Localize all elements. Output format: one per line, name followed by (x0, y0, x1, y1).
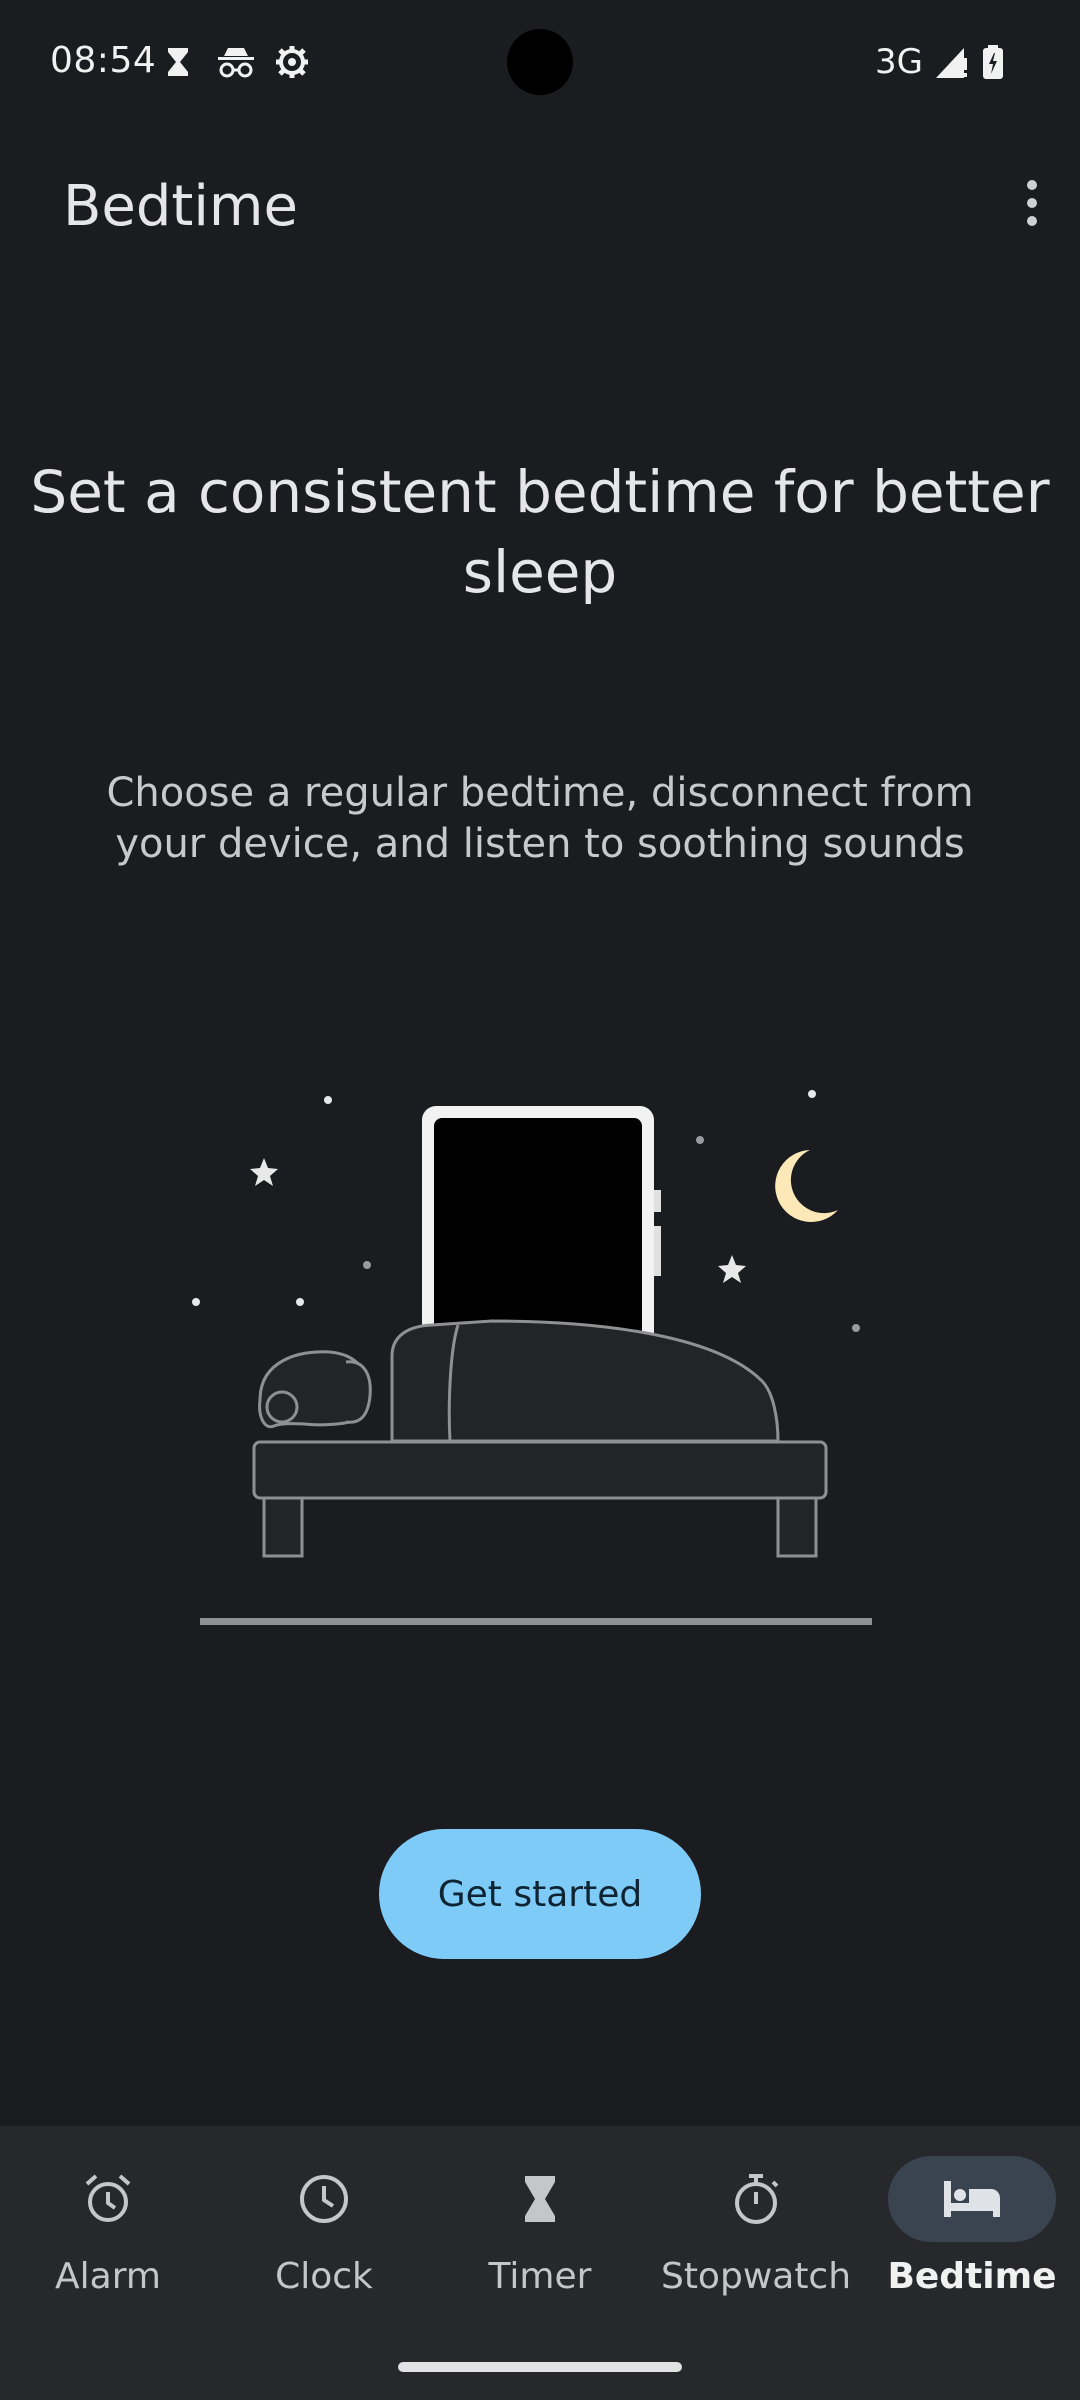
more-vert-icon (1027, 176, 1037, 230)
bed-icon (944, 2181, 1000, 2217)
app-bar: Bedtime (0, 128, 1080, 278)
incognito-icon (218, 48, 254, 78)
more-options-button[interactable] (922, 144, 1046, 262)
status-bar: 08:54 3G (0, 0, 1080, 128)
nav-label-stopwatch: Stopwatch (660, 2256, 852, 2297)
nav-item-alarm[interactable]: Alarm (22, 2126, 194, 2346)
bedtime-screen: 08:54 3G Bedtime Set a consistent bedtim… (0, 0, 1080, 2400)
status-time: 08:54 (50, 40, 157, 81)
headline: Set a consistent bedtime for better slee… (30, 458, 1050, 606)
hourglass-icon (525, 2176, 555, 2222)
stopwatch-icon (735, 2174, 779, 2224)
sleeping-person-illustration (192, 1090, 872, 1625)
hourglass-icon (168, 48, 188, 76)
nav-item-bedtime[interactable]: Bedtime (886, 2126, 1058, 2346)
alarm-icon (85, 2174, 131, 2222)
nav-item-bedtime-icon-container (888, 2156, 1056, 2242)
nav-item-timer[interactable]: Timer (454, 2126, 626, 2346)
signal-icon (936, 48, 969, 78)
camera-cutout (507, 29, 573, 95)
bottom-navigation: Alarm Clock Timer Stopwatch Bedtime (0, 2126, 1080, 2400)
page-title: Bedtime (63, 174, 298, 239)
nav-label-bedtime: Bedtime (887, 2256, 1057, 2297)
description: Choose a regular bedtime, disconnect fro… (106, 770, 974, 867)
nav-item-stopwatch[interactable]: Stopwatch (661, 2126, 851, 2346)
battery-charging-icon (983, 45, 1003, 79)
network-type: 3G (875, 42, 923, 82)
moon-icon (775, 1150, 838, 1222)
nav-item-alarm-icon-container (24, 2156, 192, 2242)
nav-label-timer: Timer (488, 2256, 592, 2297)
clock-icon (300, 2175, 348, 2223)
gesture-navigation-bar[interactable] (398, 2362, 682, 2372)
nav-item-clock[interactable]: Clock (238, 2126, 410, 2346)
get-started-button[interactable]: Get started (379, 1829, 701, 1959)
nav-item-timer-icon-container (456, 2156, 624, 2242)
nav-item-clock-icon-container (240, 2156, 408, 2242)
nav-label-clock: Clock (275, 2256, 373, 2297)
settings-gear-icon (276, 46, 308, 78)
nav-item-stopwatch-icon-container (672, 2156, 840, 2242)
nav-label-alarm: Alarm (55, 2256, 161, 2297)
